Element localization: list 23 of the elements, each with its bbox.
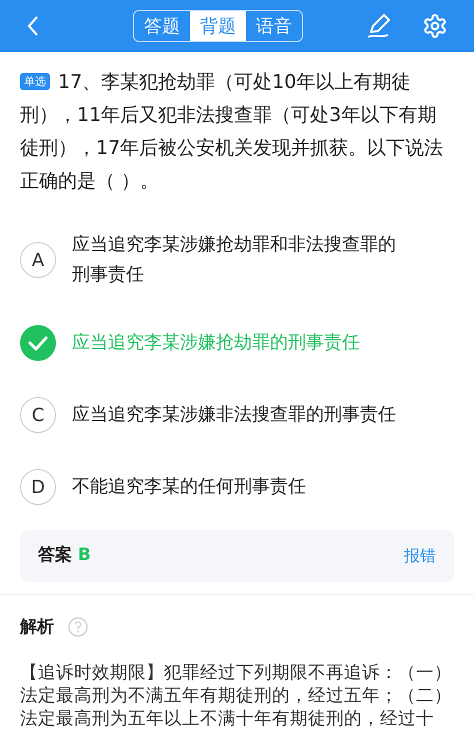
- answer-option[interactable]: A 应当追究李某涉嫌抢劫罪和非法搜查罪的刑事责任: [20, 230, 454, 290]
- option-text: 不能追究李某的任何刑事责任: [72, 475, 306, 499]
- answer-option[interactable]: C 应当追究李某涉嫌非法搜查罪的刑事责任: [20, 396, 454, 434]
- option-letter: D: [20, 469, 56, 505]
- mode-tab[interactable]: 背题: [190, 11, 246, 41]
- option-letter: C: [20, 397, 56, 433]
- mode-tab[interactable]: 语音: [246, 11, 302, 41]
- mode-tab[interactable]: 答题: [134, 11, 190, 41]
- option-text: 应当追究李某涉嫌非法搜查罪的刑事责任: [72, 403, 396, 427]
- option-letter: A: [20, 242, 56, 278]
- analysis-title: 解析: [20, 616, 54, 638]
- question-text: 单选 17、李某犯抢劫罪（可处10年以上有期徒刑），11年后又犯非法搜查罪（可处3年以下有期徒刑），17年后被公安机关发现并抓获。以下说法正确的是（ ）。: [20, 70, 444, 194]
- option-text: 应当追究李某涉嫌抢劫罪和非法搜查罪的刑事责任: [72, 233, 397, 287]
- settings-icon[interactable]: [422, 13, 448, 39]
- answer-option[interactable]: 应当追究李某涉嫌抢劫罪的刑事责任: [20, 324, 454, 362]
- pencil-icon[interactable]: [366, 13, 392, 39]
- report-error-link[interactable]: 报错: [404, 544, 436, 568]
- answer-label: 答案 B: [38, 544, 91, 567]
- option-text: 应当追究李某涉嫌抢劫罪的刑事责任: [72, 331, 360, 355]
- back-icon[interactable]: [26, 15, 40, 37]
- analysis-text: 【追诉时效期限】犯罪经过下列期限不再追诉：（一）法定最高刑为不满五年有期徒刑的，经过五年；（二）法定最高刑为五年以上不满十年有期徒刑的，经过十: [19, 662, 453, 731]
- answer-option[interactable]: D 不能追究李某的任何刑事责任: [20, 468, 454, 506]
- question-type-tag: 单选: [20, 73, 50, 90]
